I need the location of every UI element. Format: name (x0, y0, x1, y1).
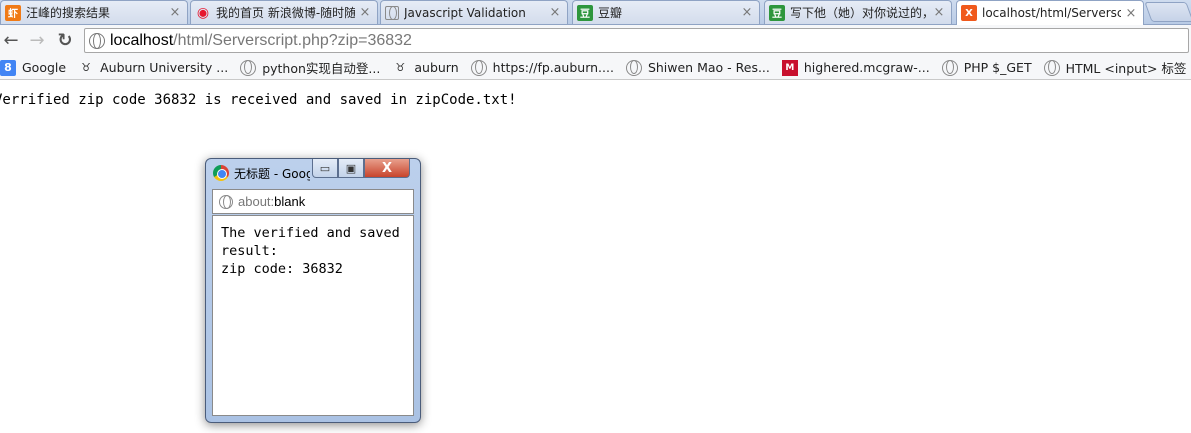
forward-arrow-icon: → (29, 29, 45, 51)
popup-title: 无标题 - Google Chrome (234, 166, 310, 181)
auburn-tiger-icon: ♉ (81, 61, 92, 74)
bookmark-mcgraw-hill[interactable]: M highered.mcgraw-... (781, 57, 936, 79)
minimize-icon: ▭ (319, 161, 331, 175)
popup-result-heading: The verified and saved result: (221, 225, 408, 259)
minimize-button[interactable]: ▭ (312, 159, 338, 178)
new-tab-button[interactable] (1144, 2, 1191, 22)
bookmark-shiwen-mao[interactable]: Shiwen Mao - Res... (625, 57, 776, 79)
caption-buttons: ▭ ▣ X (312, 159, 410, 178)
globe-icon (385, 5, 399, 20)
popup-window[interactable]: 无标题 - Google Chrome ▭ ▣ X about:blank Th… (205, 158, 421, 423)
douban-icon: 豆 (577, 4, 593, 21)
back-button[interactable]: ← (0, 29, 22, 51)
globe-icon (941, 59, 958, 76)
maximize-button[interactable]: ▣ (338, 159, 364, 178)
orange-square-icon: 虾 (5, 4, 21, 21)
popup-titlebar[interactable]: 无标题 - Google Chrome ▭ ▣ X (206, 159, 420, 187)
bookmark-label: highered.mcgraw-... (803, 60, 930, 75)
tab-title: Javascript Validation (404, 5, 526, 20)
popup-content: The verified and saved result: zip code:… (212, 215, 414, 416)
reload-icon: ↻ (57, 29, 73, 51)
forward-button[interactable]: → (26, 29, 48, 51)
mcgraw-hill-icon: M (781, 59, 798, 76)
close-icon[interactable]: × (741, 5, 753, 20)
google-icon: 8 (0, 59, 16, 76)
bookmark-label: python实现自动登... (262, 61, 381, 76)
close-icon[interactable]: × (359, 5, 371, 20)
tab-search-results[interactable]: 虾 汪峰的搜索结果 × (0, 0, 188, 24)
bookmark-python[interactable]: python实现自动登... (240, 57, 386, 79)
tab-title: 汪峰的搜索结果 (26, 6, 111, 20)
url-path: /html/Serverscript.php?zip=36832 (173, 31, 412, 49)
close-icon[interactable]: × (933, 5, 945, 20)
tab-title: localhost/html/Serverscr (982, 6, 1121, 20)
globe-icon (625, 59, 642, 76)
bookmarks-bar: 8 Google ♉ Auburn University ... python实… (0, 56, 1191, 80)
globe-icon (1043, 59, 1060, 76)
bookmark-label: PHP $_GET (963, 60, 1032, 75)
xampp-icon: X (961, 5, 977, 21)
tab-douban-2[interactable]: 豆 写下他（她）对你说过的， × (764, 0, 952, 24)
address-path: blank (274, 194, 306, 209)
weibo-icon: ◉ (196, 4, 210, 21)
bookmark-label: HTML <input> 标签 (1065, 61, 1187, 76)
bookmark-label: Google (22, 60, 67, 75)
bookmark-label: Auburn University ... (100, 60, 229, 75)
tab-douban[interactable]: 豆 豆瓣 × (572, 0, 760, 24)
bookmark-auburn[interactable]: ♉ auburn (392, 57, 464, 79)
close-icon[interactable]: × (549, 5, 561, 20)
globe-icon (219, 194, 233, 209)
address-bar[interactable]: localhost/html/Serverscript.php?zip=3683… (84, 28, 1189, 53)
globe-icon (89, 32, 105, 49)
bookmark-php-get[interactable]: PHP $_GET (941, 57, 1038, 79)
close-icon[interactable]: × (1125, 6, 1137, 21)
globe-icon (470, 59, 487, 76)
bookmark-label: Shiwen Mao - Res... (647, 60, 770, 75)
bookmark-label: https://fp.auburn.... (492, 60, 614, 75)
tab-localhost[interactable]: X localhost/html/Serverscr × (956, 0, 1144, 25)
chrome-icon (213, 165, 229, 181)
tab-strip: 虾 汪峰的搜索结果 × ◉ 我的首页 新浪微博-随时随 × Javascript… (0, 0, 1191, 25)
popup-address-bar[interactable]: about: blank (212, 189, 414, 214)
tab-javascript-validation[interactable]: Javascript Validation × (380, 0, 568, 24)
back-arrow-icon: ← (3, 29, 19, 51)
tab-title: 写下他（她）对你说过的， (790, 6, 929, 20)
auburn-tiger-icon: ♉ (395, 61, 406, 74)
close-button[interactable]: X (364, 159, 410, 178)
tab-title: 豆瓣 (598, 6, 623, 20)
address-scheme: about: (238, 194, 275, 209)
tab-title: 我的首页 新浪微博-随时随 (216, 6, 355, 20)
server-response-message: Verrified zip code 36832 is received and… (0, 92, 517, 108)
douban-icon: 豆 (769, 4, 785, 21)
bookmark-html-input[interactable]: HTML <input> 标签 (1043, 57, 1191, 79)
close-icon[interactable]: × (169, 5, 181, 20)
reload-button[interactable]: ↻ (54, 29, 76, 51)
tab-weibo[interactable]: ◉ 我的首页 新浪微博-随时随 × (190, 0, 378, 24)
maximize-icon: ▣ (345, 161, 357, 175)
popup-zip-line: zip code: 36832 (221, 261, 343, 277)
bookmark-label: auburn (414, 60, 459, 75)
bookmark-auburn-university[interactable]: ♉ Auburn University ... (78, 57, 234, 79)
toolbar: ← → ↻ localhost/html/Serverscript.php?zi… (0, 24, 1191, 56)
url-host: localhost (110, 31, 174, 49)
globe-icon (240, 59, 257, 76)
bookmark-fp-auburn[interactable]: https://fp.auburn.... (470, 57, 620, 79)
bookmark-google[interactable]: 8 Google (0, 57, 72, 79)
close-icon: X (381, 160, 393, 176)
